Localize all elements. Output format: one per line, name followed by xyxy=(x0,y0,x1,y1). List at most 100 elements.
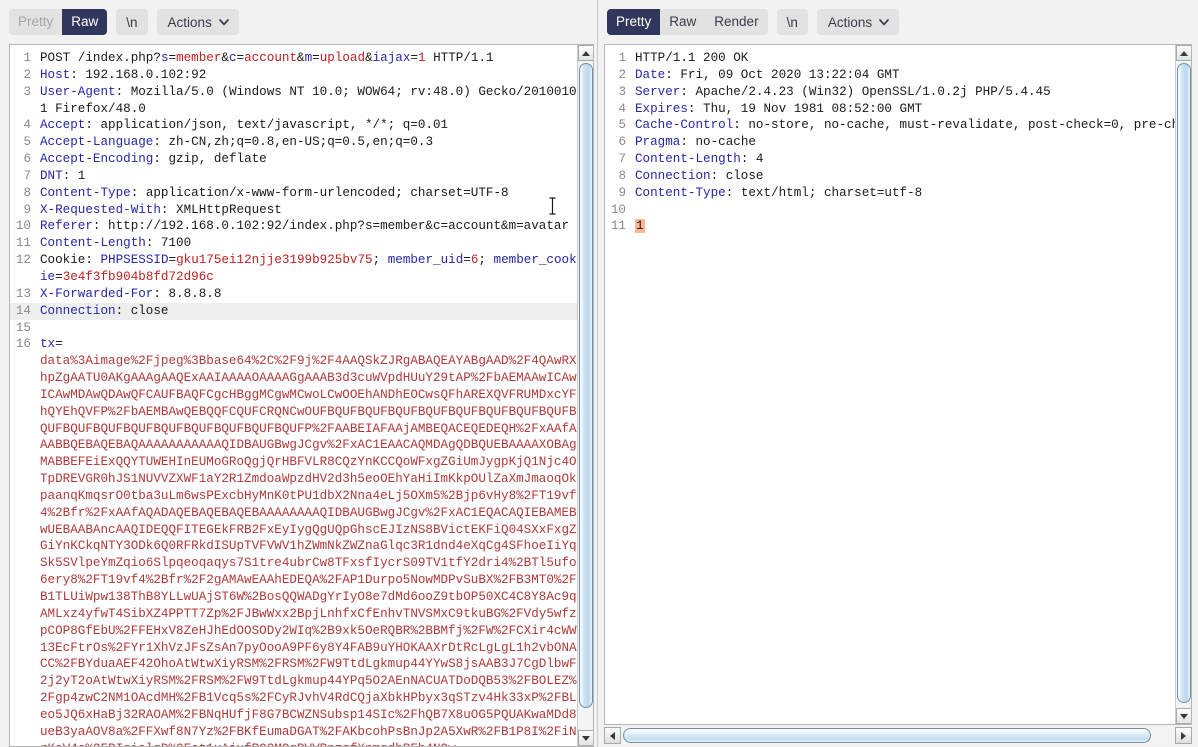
code-token: Host xyxy=(40,67,71,82)
code-token: Accept-Encoding xyxy=(40,152,154,167)
request-scroll-down-button[interactable] xyxy=(578,730,593,746)
tab-response-raw[interactable]: Raw xyxy=(660,9,706,35)
code-token: = xyxy=(312,51,320,65)
response-view-mode-tabs[interactable]: Pretty Raw Render xyxy=(607,9,768,35)
line-text: Expires: Thu, 19 Nov 1981 08:52:00 GMT xyxy=(633,101,1175,118)
code-token: upload xyxy=(319,51,366,65)
request-actions-label: Actions xyxy=(167,14,212,30)
line-number: 7 xyxy=(23,168,31,183)
code-line: 1 POST /index.php?s=member&c=account&m=up… xyxy=(10,50,577,67)
tab-request-pretty[interactable]: Pretty xyxy=(9,9,63,35)
code-line: 10 xyxy=(605,202,1175,219)
request-view-mode-tabs[interactable]: Pretty Raw xyxy=(9,9,108,35)
code-token: Connection xyxy=(40,303,116,318)
code-token: Accept-Language xyxy=(40,135,154,150)
line-number: 6 xyxy=(23,152,31,167)
request-vertical-scrollbar[interactable] xyxy=(577,45,593,746)
response-horizontal-scrollbar[interactable] xyxy=(604,727,1192,744)
chevron-down-icon xyxy=(218,19,229,26)
line-text: tx= xyxy=(38,336,577,353)
code-token: Pragma xyxy=(635,135,681,150)
code-line: 7 Content-Length: 4 xyxy=(605,151,1175,168)
request-newline-toggle[interactable]: \n xyxy=(116,9,148,35)
code-token: m xyxy=(304,51,313,65)
line-number: 13 xyxy=(15,286,31,301)
code-token: Content-Length xyxy=(40,236,146,251)
code-token: c xyxy=(228,51,237,65)
line-number: 1 xyxy=(23,51,31,65)
request-toolbar: Pretty Raw \n Actions xyxy=(0,0,597,44)
code-token: : Mozilla/5.0 (Windows NT 10.0; WOW64; r… xyxy=(40,84,577,116)
line-text: Content-Type: application/x-www-form-url… xyxy=(38,185,577,202)
response-vertical-scrollbar[interactable] xyxy=(1175,45,1191,724)
request-scroll-up-button[interactable] xyxy=(578,45,593,61)
line-text: Accept: application/json, text/javascrip… xyxy=(38,117,577,134)
line-text: Cookie: PHPSESSID=gku175ei12njje3199b925… xyxy=(38,252,577,286)
code-token: : 7100 xyxy=(145,236,192,251)
response-editor[interactable]: 1 HTTP/1.1 200 OK 2 Date: Fri, 09 Oct 2020 … xyxy=(604,44,1192,725)
response-newline-toggle[interactable]: \n xyxy=(776,9,808,35)
response-panel: Pretty Raw Render \n Actions 1 HTTP/1.1 2… xyxy=(598,0,1198,747)
line-number: 8 xyxy=(23,185,31,200)
line-number-spacer xyxy=(10,353,38,370)
line-number: 8 xyxy=(618,168,626,183)
line-text: POST /index.php?s=member&c=account&m=upl… xyxy=(38,50,577,67)
code-token: X-Forwarded-For xyxy=(40,286,154,301)
arrow-down-icon xyxy=(1180,713,1188,719)
code-token: = xyxy=(168,253,177,268)
response-scroll-up-button[interactable] xyxy=(1176,45,1191,61)
line-number: 10 xyxy=(15,219,31,234)
code-line: 12 Cookie: PHPSESSID=gku175ei12njje3199b9… xyxy=(10,252,577,286)
code-token: Date xyxy=(635,67,666,82)
code-line: 8 Content-Type: application/x-www-form-ur… xyxy=(10,185,577,202)
line-number: 14 xyxy=(15,303,31,318)
code-token: PHPSESSID xyxy=(100,253,169,268)
response-scroll-down-button[interactable] xyxy=(1176,708,1191,724)
line-text: X-Requested-With: XMLHttpRequest xyxy=(38,202,577,219)
code-token: : close xyxy=(115,303,169,318)
response-lines: 1 HTTP/1.1 200 OK 2 Date: Fri, 09 Oct 2020 … xyxy=(605,50,1175,235)
line-text: Server: Apache/2.4.23 (Win32) OpenSSL/1.… xyxy=(633,84,1175,101)
response-code-area[interactable]: 1 HTTP/1.1 200 OK 2 Date: Fri, 09 Oct 2020 … xyxy=(605,45,1175,724)
code-token: account xyxy=(244,51,298,65)
code-line: 14 Connection: close xyxy=(10,302,577,320)
code-line: 15 xyxy=(10,320,577,337)
line-text: Content-Length: 4 xyxy=(633,151,1175,168)
line-number: 4 xyxy=(618,101,626,116)
code-token: : text/html; charset=utf-8 xyxy=(725,185,923,200)
response-scroll-left-button[interactable] xyxy=(604,727,621,744)
code-token: : 1 xyxy=(62,168,86,183)
request-actions-button[interactable]: Actions xyxy=(156,9,239,35)
response-scroll-thumb[interactable] xyxy=(1177,63,1191,703)
code-token: : no-store, no-cache, must-revalidate, p… xyxy=(733,118,1175,133)
code-line: 2 Date: Fri, 09 Oct 2020 13:22:04 GMT xyxy=(605,67,1175,84)
response-hscroll-thumb[interactable] xyxy=(623,728,1151,743)
tab-response-pretty[interactable]: Pretty xyxy=(607,9,661,35)
code-token: = xyxy=(55,337,63,352)
response-scroll-right-button[interactable] xyxy=(1175,727,1192,744)
code-token: Referer xyxy=(40,219,93,234)
line-number: 11 xyxy=(610,219,626,234)
response-actions-button[interactable]: Actions xyxy=(816,9,900,35)
arrow-right-icon xyxy=(1181,731,1186,740)
line-number: 5 xyxy=(618,118,626,133)
line-text: 1 xyxy=(633,218,1175,235)
request-scroll-thumb[interactable] xyxy=(579,63,593,708)
code-token: s xyxy=(160,51,169,65)
code-token: HTTP/1.1 200 OK xyxy=(635,51,749,65)
code-token: : application/json, text/javascript, */*… xyxy=(85,118,449,133)
code-line: 8 Connection: close xyxy=(605,168,1175,185)
request-code-area[interactable]: 1 POST /index.php?s=member&c=account&m=up… xyxy=(10,45,577,746)
code-token: Content-Type xyxy=(40,185,131,200)
line-text: Date: Fri, 09 Oct 2020 13:22:04 GMT xyxy=(633,67,1175,84)
request-editor[interactable]: 1 POST /index.php?s=member&c=account&m=up… xyxy=(9,44,594,747)
code-token: = xyxy=(55,269,63,284)
code-line: 9 X-Requested-With: XMLHttpRequest xyxy=(10,202,577,219)
code-line: 3 Server: Apache/2.4.23 (Win32) OpenSSL/1… xyxy=(605,84,1175,101)
code-token: : 8.8.8.8 xyxy=(153,286,222,301)
code-token: = xyxy=(168,51,177,65)
line-number: 9 xyxy=(618,185,626,200)
code-token: Content-Length xyxy=(635,152,741,167)
tab-response-render[interactable]: Render xyxy=(705,9,768,35)
tab-request-raw[interactable]: Raw xyxy=(62,9,108,35)
